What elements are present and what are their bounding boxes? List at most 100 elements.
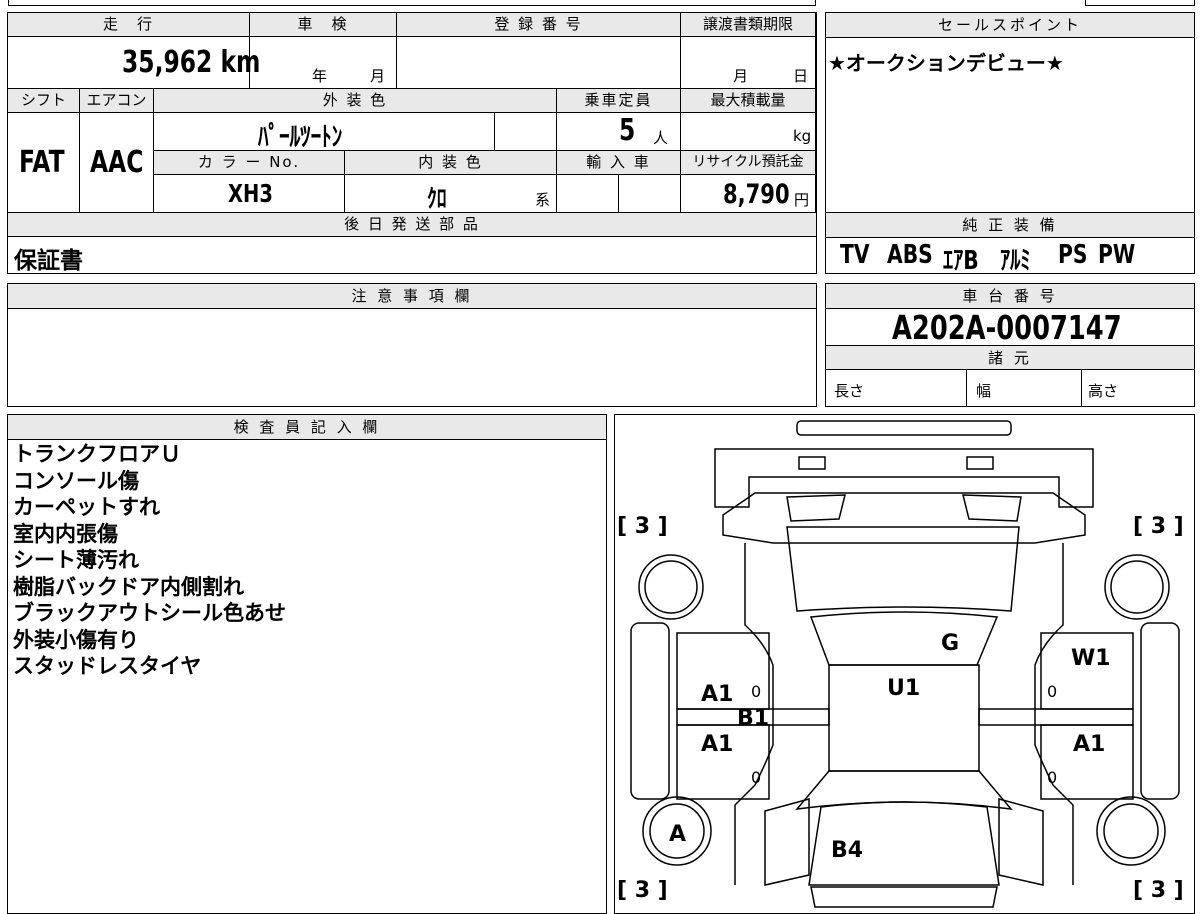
inspector-notes: トランクフロアＵ コンソール傷 カーペットすれ 室内内張傷 シート薄汚れ 樹脂バ… bbox=[13, 441, 286, 680]
small-zero: 0 bbox=[751, 768, 761, 787]
recycle-value: 8,790 bbox=[723, 179, 790, 210]
right-sill bbox=[978, 708, 1134, 726]
front-glass bbox=[795, 770, 1013, 810]
tire-rear-left-label: [ 3 ] bbox=[617, 878, 668, 903]
interior-color-cell: ｸﾛ 系 bbox=[345, 175, 557, 213]
rear-right-wheel bbox=[1096, 796, 1166, 866]
inspection-year-unit: 年 bbox=[312, 67, 328, 85]
capacity-value: 5 bbox=[619, 113, 636, 148]
mark-left-pillar: B1 bbox=[737, 706, 769, 731]
max-load-unit: kg bbox=[793, 127, 812, 145]
chassis-value-row: A202A-0007147 bbox=[826, 308, 1194, 347]
body-outline bbox=[734, 543, 1074, 885]
max-load-cell: kg bbox=[681, 113, 816, 151]
inspector-panel: 検 査 員 記 入 欄 トランクフロアＵ コンソール傷 カーペットすれ 室内内張… bbox=[7, 414, 607, 914]
exterior-color-label: 外 装 色 bbox=[154, 89, 557, 113]
exterior-color-value: ﾊﾟｰﾙﾂｰﾄﾝ bbox=[258, 122, 343, 153]
tire-front-left-label: [ 3 ] bbox=[617, 514, 668, 539]
equipment-item: ｴｱB bbox=[943, 246, 979, 276]
small-zero: 0 bbox=[1047, 768, 1057, 787]
mark-right-front-door: W1 bbox=[1071, 646, 1111, 671]
aircon-cell: AAC bbox=[80, 113, 154, 213]
left-tail-light bbox=[798, 456, 826, 470]
front-bumper bbox=[810, 886, 998, 908]
import-cell-a bbox=[557, 175, 619, 213]
color-no-cell: XH3 bbox=[154, 175, 345, 213]
max-load-label: 最大積載量 bbox=[681, 89, 816, 113]
right-outer-panel bbox=[1140, 622, 1180, 800]
inspector-note: トランクフロアＵ bbox=[13, 442, 181, 466]
interior-color-suffix: 系 bbox=[535, 191, 551, 209]
mark-left-front-door: A1 bbox=[701, 682, 733, 707]
interior-color-label: 内 装 色 bbox=[345, 151, 557, 175]
sales-point-text: ★オークションデビュー★ bbox=[828, 51, 1064, 75]
equipment-panel: 純 正 装 備 TV ABS ｴｱB ｱﾙﾐ PS PW bbox=[825, 212, 1195, 276]
tire-rear-right-label: [ 3 ] bbox=[1133, 878, 1184, 903]
mark-hood: B4 bbox=[831, 838, 863, 863]
small-zero: 0 bbox=[751, 682, 761, 701]
mileage-label: 走 行 bbox=[8, 13, 250, 37]
exterior-color-extra-cell bbox=[495, 113, 557, 151]
color-no-value: XH3 bbox=[228, 179, 273, 208]
import-label: 輸 入 車 bbox=[557, 151, 681, 175]
width-label: 幅 bbox=[976, 382, 992, 400]
specs-divider-2 bbox=[1081, 370, 1082, 406]
mark-front-wheel-left: A bbox=[669, 822, 686, 847]
length-label: 長さ bbox=[834, 382, 865, 400]
height-label: 高さ bbox=[1088, 382, 1119, 400]
inspector-note: コンソール傷 bbox=[13, 468, 139, 493]
shift-value: FAT bbox=[19, 145, 65, 180]
recycle-unit: 円 bbox=[794, 191, 810, 209]
mark-roof: U1 bbox=[887, 676, 920, 701]
front-right-wheel-inner bbox=[1110, 560, 1164, 614]
equipment-item: ｱﾙﾐ bbox=[1000, 246, 1031, 276]
aircon-label: エアコン bbox=[80, 89, 154, 113]
front-left-wheel-inner bbox=[644, 560, 698, 614]
exterior-color-cell: ﾊﾟｰﾙﾂｰﾄﾝ bbox=[154, 113, 495, 153]
shift-label: シフト bbox=[8, 89, 80, 113]
capacity-unit: 人 bbox=[653, 129, 669, 147]
left-outer-panel bbox=[630, 622, 670, 800]
import-cell-b bbox=[619, 175, 681, 213]
caution-panel: 注 意 事 項 欄 bbox=[7, 283, 817, 407]
transfer-day-unit: 日 bbox=[793, 67, 809, 85]
inspector-note: 室内内張傷 bbox=[13, 521, 118, 546]
shift-cell: FAT bbox=[8, 113, 80, 213]
top-strip-left bbox=[8, 0, 816, 6]
chassis-label: 車 台 番 号 bbox=[826, 284, 1194, 309]
specs-divider-1 bbox=[966, 370, 967, 406]
later-parts-value: 保証書 bbox=[14, 248, 83, 274]
specs-label: 諸 元 bbox=[826, 346, 1194, 370]
mileage-cell: 35,962 km bbox=[8, 37, 260, 89]
rear-window-left bbox=[786, 494, 846, 522]
mileage-value: 35,962 km bbox=[122, 45, 261, 80]
left-rear-quarter bbox=[764, 798, 810, 886]
rear-glass bbox=[786, 526, 1020, 612]
transfer-month-unit: 月 bbox=[733, 67, 749, 85]
inspector-note: シート薄汚れ bbox=[13, 548, 139, 572]
capacity-cell: 5 人 bbox=[557, 113, 681, 151]
transfer-deadline-label: 譲渡書類期限 bbox=[681, 13, 816, 37]
aircon-value: AAC bbox=[90, 145, 144, 180]
inspector-label: 検 査 員 記 入 欄 bbox=[8, 415, 606, 440]
equipment-list: TV ABS ｴｱB ｱﾙﾐ PS PW bbox=[840, 240, 1200, 276]
capacity-label: 乗車定員 bbox=[557, 89, 681, 113]
chassis-panel: 車 台 番 号 A202A-0007147 諸 元 長さ 幅 高さ bbox=[825, 283, 1195, 407]
mark-right-rear-door: A1 bbox=[1073, 732, 1105, 757]
equipment-label: 純 正 装 備 bbox=[826, 213, 1194, 238]
rear-window-right bbox=[962, 494, 1022, 522]
inspection-cell: 年 月 bbox=[250, 37, 397, 89]
rear-spoiler bbox=[796, 420, 1012, 436]
recycle-label: リサイクル預託金 bbox=[681, 151, 816, 175]
equipment-item: PW bbox=[1098, 240, 1136, 270]
equipment-item: PS bbox=[1058, 240, 1088, 270]
chassis-value: A202A-0007147 bbox=[892, 308, 1122, 347]
transfer-deadline-cell: 月 日 bbox=[681, 37, 816, 89]
sales-point-panel: セールスポイント ★オークションデビュー★ bbox=[825, 12, 1195, 214]
car-diagram-panel: [ 3 ] [ 3 ] [ 3 ] [ 3 ] G U1 A1 B1 A1 W1… bbox=[614, 414, 1195, 914]
inspector-note: ブラックアウトシール色あせ bbox=[13, 601, 286, 625]
later-parts-label: 後 日 発 送 部 品 bbox=[8, 213, 816, 237]
rear-right-wheel-inner bbox=[1103, 803, 1159, 859]
inspector-note: スタッドレスタイヤ bbox=[13, 654, 202, 678]
inspection-month-unit: 月 bbox=[370, 67, 386, 85]
